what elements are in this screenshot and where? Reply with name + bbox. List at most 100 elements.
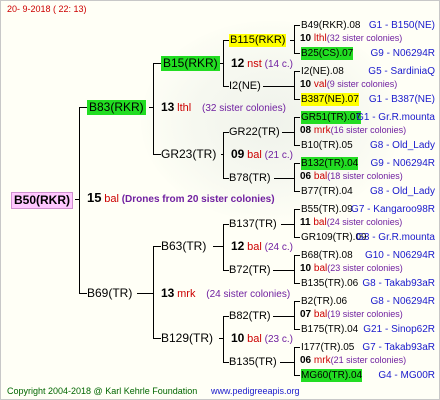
g4-code-11: G10 - N06294R (364, 250, 435, 261)
root-abbr: bal (104, 193, 119, 205)
g4-code-8: G8 - Old_Lady (369, 186, 435, 197)
g3-abbr-3: mrk (313, 125, 331, 136)
footer-url[interactable]: www.pedigreeapis.org (211, 385, 300, 398)
g2-number-4: 10 (231, 331, 245, 345)
g3-abbr-6: bal (313, 263, 328, 274)
g3-note-4: (18 sister colonies) (327, 171, 403, 181)
g3-queen-5[interactable]: B137(TR) (229, 218, 277, 231)
g4-name-8[interactable]: B77(TR).04 (301, 185, 353, 198)
g3-queen-6[interactable]: B72(TR) (229, 264, 271, 277)
g4-name-3[interactable]: I2(NE).08 (301, 65, 344, 78)
root-info: 15 bal (Drones from 20 sister colonies) (87, 191, 275, 206)
pedigree-chart: { "date": "20- 9-2018 ( 22: 13)", "root"… (0, 0, 440, 400)
g4-code-10: G3 - Gr.R.mounta (356, 232, 435, 243)
g4-code-1: G1 - B150(NE) (368, 20, 435, 31)
g4-name-11[interactable]: B68(TR).08 (301, 249, 353, 262)
g2-queen-3[interactable]: B63(TR) (161, 239, 206, 254)
g3-abbr-5: bal (313, 217, 327, 228)
g3-note-1: (32 sister colonies) (326, 33, 403, 43)
dam-info: 13 mrk (24 sister colonies) (161, 287, 290, 301)
g2-note-2: (21 c.) (264, 150, 293, 161)
g4-name-1[interactable]: B49(RKR).08 (301, 19, 360, 32)
g3-note-3: (16 sister colonies) (330, 125, 407, 135)
g4-code-3: G5 - SardiniaQ (368, 66, 435, 77)
root-number: 15 (87, 190, 102, 205)
g4-name-15[interactable]: I177(TR).05 (301, 341, 354, 354)
g3-abbr-7: bal (313, 309, 328, 320)
g3-info-7: 07 bal(19 sister colonies) (300, 308, 403, 321)
g3-info-1: 10 lthl(32 sister colonies) (300, 32, 402, 45)
g3-queen-4[interactable]: B78(TR) (229, 172, 271, 185)
g3-queen-3[interactable]: GR22(TR) (229, 126, 280, 139)
g4-code-7: G9 - N06294R (370, 158, 435, 169)
g4-code-14: G21 - Sinop62R (363, 324, 435, 335)
g3-abbr-2: val (313, 79, 327, 90)
root-note: (Drones from 20 sister colonies) (121, 194, 275, 205)
g3-info-3: 08 mrk(16 sister colonies) (300, 124, 406, 137)
date-stamp: 20- 9-2018 ( 22: 13) (7, 4, 87, 14)
root-queen[interactable]: B50(RKR) (11, 192, 74, 209)
g2-queen-4[interactable]: B129(TR) (161, 331, 213, 346)
dam-abbr: mrk (177, 288, 196, 300)
g3-info-4: 06 bal(18 sister colonies) (300, 170, 403, 183)
g3-abbr-8: mrk (313, 355, 331, 366)
g3-queen-8[interactable]: B135(TR) (229, 356, 277, 369)
g3-abbr-1: lthl (313, 33, 327, 44)
g2-note-1: (14 c.) (264, 59, 293, 70)
g3-note-7: (19 sister colonies) (327, 309, 403, 319)
g4-name-7[interactable]: B132(TR).04 (301, 157, 359, 170)
g2-number-2: 09 (231, 147, 245, 161)
g3-queen-1[interactable]: B115(RKR) (229, 34, 287, 47)
g2-abbr-2: bal (247, 149, 262, 161)
sire-number: 13 (161, 100, 175, 114)
g2-abbr-4: bal (247, 333, 262, 345)
g4-name-13[interactable]: B2(TR).06 (301, 295, 347, 308)
g4-name-4[interactable]: B387(NE).07 (301, 93, 359, 106)
sire-abbr: lthl (177, 102, 192, 114)
g3-queen-2[interactable]: I2(NE) (229, 80, 261, 93)
g2-queen-2[interactable]: GR23(TR) (161, 147, 216, 162)
g4-name-16[interactable]: MG60(TR).04 (301, 369, 363, 382)
g4-name-12[interactable]: B135(TR).06 (301, 277, 358, 290)
g2-queen-1[interactable]: B15(RKR) (161, 56, 220, 71)
g2-info-4: 10 bal (23 c.) (231, 332, 293, 346)
g4-code-15: G7 - Takab93aR (362, 342, 435, 353)
g3-number-3: 08 (300, 125, 312, 136)
g4-name-9[interactable]: B55(TR).09 (301, 203, 353, 216)
g2-abbr-3: bal (247, 241, 262, 253)
g4-name-6[interactable]: B10(TR).05 (301, 139, 353, 152)
g4-name-5[interactable]: GR51(TR).07 (301, 111, 362, 124)
g2-abbr-1: nst (247, 58, 262, 70)
g3-number-2: 10 (300, 79, 312, 90)
g3-info-6: 10 bal(23 sister colonies) (300, 262, 403, 275)
g4-code-16: G4 - MG00R (378, 370, 435, 381)
g3-queen-7[interactable]: B82(TR) (229, 310, 271, 323)
g3-info-5: 11 bal(24 sister colonies) (300, 216, 402, 229)
dam-note: (24 sister colonies) (206, 289, 291, 300)
g3-number-7: 07 (300, 309, 312, 320)
g3-number-1: 10 (300, 33, 312, 44)
sire-queen[interactable]: B83(RKR) (87, 100, 146, 115)
g3-number-4: 06 (300, 171, 312, 182)
g3-info-8: 06 mrk(21 sister colonies) (300, 354, 406, 367)
g3-info-2: 10 val(9 sister colonies) (300, 78, 397, 91)
g3-note-6: (23 sister colonies) (327, 263, 403, 273)
g3-note-8: (21 sister colonies) (330, 355, 407, 365)
footer-copyright: Copyright 2004-2018 @ Karl Kehrle Founda… (7, 386, 198, 396)
g2-info-2: 09 bal (21 c.) (231, 148, 293, 162)
g4-code-12: G8 - Takab93aR (362, 278, 435, 289)
g2-info-3: 12 bal (24 c.) (231, 240, 293, 254)
g2-note-3: (24 c.) (264, 242, 293, 253)
g2-number-3: 12 (231, 239, 245, 253)
g3-note-5: (24 sister colonies) (326, 217, 403, 227)
g2-note-4: (23 c.) (264, 334, 293, 345)
g3-number-8: 06 (300, 355, 312, 366)
dam-number: 13 (161, 286, 175, 300)
g4-name-2[interactable]: B25(CS).07 (301, 47, 354, 60)
g4-code-4: G1 - B387(NE) (368, 94, 435, 105)
dam-queen[interactable]: B69(TR) (87, 286, 132, 301)
sire-note: (32 sister colonies) (201, 103, 286, 114)
g3-note-2: (9 sister colonies) (326, 79, 398, 89)
g2-number-1: 12 (231, 56, 245, 70)
g4-name-14[interactable]: B175(TR).04 (301, 323, 358, 336)
